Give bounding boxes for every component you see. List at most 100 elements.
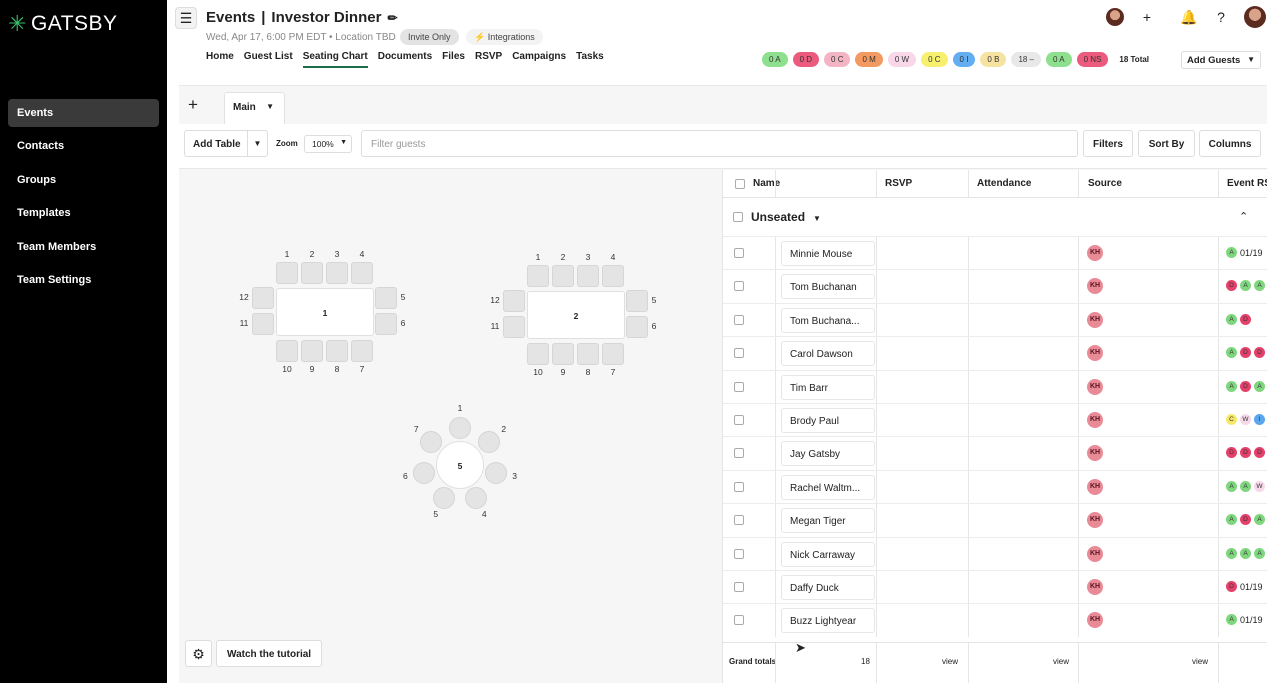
table-row[interactable]: Tom Buchana... KH A D	[723, 302, 1267, 337]
column-source[interactable]: Source	[1088, 178, 1122, 189]
sort-by-button[interactable]: Sort By	[1138, 130, 1195, 157]
tab-home[interactable]: Home	[206, 51, 234, 68]
collaborator-avatar[interactable]	[1106, 8, 1124, 26]
table-row[interactable]: Daffy Duck KH D 01/19	[723, 570, 1267, 604]
status-count-pill[interactable]: 0 B	[980, 52, 1007, 67]
guest-name[interactable]: Nick Carraway	[781, 541, 875, 567]
seat[interactable]	[577, 343, 599, 365]
source-view-link[interactable]: view	[1192, 657, 1208, 666]
seat[interactable]	[552, 265, 574, 287]
zoom-select[interactable]: 100% ▼	[304, 135, 352, 153]
guest-name[interactable]: Brody Paul	[781, 408, 875, 433]
filters-button[interactable]: Filters	[1083, 130, 1133, 157]
guest-name[interactable]: Carol Dawson	[781, 341, 875, 367]
status-count-pill[interactable]: 0 C	[921, 52, 948, 67]
seat[interactable]	[527, 265, 549, 287]
gear-icon[interactable]: ⚙	[185, 640, 212, 667]
table-2[interactable]: 2	[527, 291, 625, 339]
group-unseated[interactable]: Unseated ▼	[751, 210, 821, 224]
row-checkbox[interactable]	[734, 381, 744, 392]
seat[interactable]	[326, 262, 348, 284]
sidebar-item-team-members[interactable]: Team Members	[8, 233, 159, 261]
add-tab-button[interactable]: +	[188, 95, 198, 115]
row-checkbox[interactable]	[734, 248, 744, 258]
seat[interactable]	[503, 316, 525, 338]
table-5[interactable]: 5	[436, 441, 484, 489]
sidebar-item-templates[interactable]: Templates	[8, 199, 159, 227]
add-icon[interactable]: +	[1138, 8, 1156, 26]
guest-name[interactable]: Jay Gatsby	[781, 441, 875, 467]
row-checkbox[interactable]	[734, 314, 744, 325]
status-count-pill[interactable]: 0 I	[952, 52, 976, 67]
tab-rsvp[interactable]: RSVP	[475, 51, 502, 68]
menu-icon[interactable]: ☰	[175, 7, 197, 29]
seat[interactable]	[465, 487, 488, 510]
row-checkbox[interactable]	[734, 615, 744, 626]
collapse-icon[interactable]: ⌃	[1239, 210, 1248, 223]
status-count-pill[interactable]: 0 A	[1046, 52, 1072, 67]
group-checkbox[interactable]	[733, 212, 743, 222]
column-name[interactable]: Name	[753, 178, 780, 189]
table-row[interactable]: Rachel Waltm... KH A A W	[723, 469, 1267, 504]
status-count-pill[interactable]: 0 A	[762, 52, 788, 67]
column-attendance[interactable]: Attendance	[977, 178, 1031, 189]
table-row[interactable]: Nick Carraway KH A A A	[723, 536, 1267, 571]
row-checkbox[interactable]	[734, 548, 744, 559]
guest-name[interactable]: Daffy Duck	[781, 575, 875, 600]
seat[interactable]	[276, 340, 298, 362]
row-checkbox[interactable]	[734, 281, 744, 292]
tab-documents[interactable]: Documents	[378, 51, 432, 68]
filter-guests-input[interactable]: Filter guests	[361, 130, 1078, 157]
seat[interactable]	[602, 265, 624, 287]
row-checkbox[interactable]	[734, 515, 744, 526]
columns-button[interactable]: Columns	[1199, 130, 1261, 157]
user-avatar[interactable]	[1244, 6, 1266, 28]
chevron-down-icon[interactable]: ▼	[813, 214, 821, 223]
seat[interactable]	[485, 462, 508, 485]
chevron-down-icon[interactable]: ▼	[266, 102, 274, 111]
column-rsvp[interactable]: RSVP	[885, 178, 912, 189]
guest-name[interactable]: Minnie Mouse	[781, 241, 875, 266]
tab-seating-chart[interactable]: Seating Chart	[302, 51, 368, 68]
table-row[interactable]: Tom Buchanan KH D A A	[723, 269, 1267, 304]
table-row[interactable]: Brody Paul KH C W I	[723, 403, 1267, 437]
row-checkbox[interactable]	[734, 481, 744, 492]
seat[interactable]	[412, 462, 435, 485]
seat[interactable]	[351, 340, 373, 362]
section-title[interactable]: Events	[206, 9, 255, 26]
seat[interactable]	[449, 417, 471, 439]
invite-only-badge[interactable]: Invite Only	[400, 29, 459, 45]
row-checkbox[interactable]	[734, 448, 744, 459]
guest-name[interactable]: Megan Tiger	[781, 508, 875, 534]
seat[interactable]	[252, 313, 274, 335]
seat[interactable]	[626, 290, 648, 312]
seat[interactable]	[432, 487, 455, 510]
sidebar-item-contacts[interactable]: Contacts	[8, 132, 159, 160]
tab-guest-list[interactable]: Guest List	[244, 51, 293, 68]
table-row[interactable]: Carol Dawson KH A D D	[723, 336, 1267, 371]
guest-name[interactable]: Tom Buchana...	[781, 307, 875, 333]
table-1[interactable]: 1	[276, 288, 374, 336]
gatsby-logo[interactable]: ✳ GATSBY	[8, 12, 118, 36]
status-count-pill[interactable]: 0 W	[887, 52, 917, 67]
seating-canvas[interactable]: 1 1 2 3 4 5 6 7 8 9 10 11 12 2 1 2 3 4 5 6 7 8 9 10 11 12 5 1 2 3 4 5 6 7	[179, 170, 722, 683]
table-row[interactable]: Tim Barr KH A D A	[723, 369, 1267, 404]
table-row[interactable]: Buzz Lightyear KH A 01/19	[723, 603, 1267, 638]
select-all-checkbox[interactable]	[735, 179, 745, 189]
status-count-pill[interactable]: 0 NS	[1076, 52, 1109, 67]
chevron-down-icon[interactable]: ▼	[247, 131, 267, 156]
column-event-rsvp[interactable]: Event RS	[1227, 178, 1267, 189]
sidebar-item-team-settings[interactable]: Team Settings	[8, 266, 159, 294]
guest-name[interactable]: Rachel Waltm...	[781, 474, 875, 500]
add-guests-button[interactable]: Add Guests ▼	[1181, 51, 1261, 69]
tab-campaigns[interactable]: Campaigns	[512, 51, 566, 68]
seat[interactable]	[375, 313, 397, 335]
add-table-button[interactable]: Add Table ▼	[184, 130, 268, 157]
watch-tutorial-button[interactable]: Watch the tutorial	[216, 640, 323, 667]
table-row[interactable]: Minnie Mouse KH A 01/19	[723, 236, 1267, 270]
seat[interactable]	[301, 262, 323, 284]
seat[interactable]	[552, 343, 574, 365]
table-row[interactable]: Megan Tiger KH A D A	[723, 503, 1267, 538]
status-count-pill[interactable]: 0 C	[824, 52, 851, 67]
seat[interactable]	[375, 287, 397, 309]
